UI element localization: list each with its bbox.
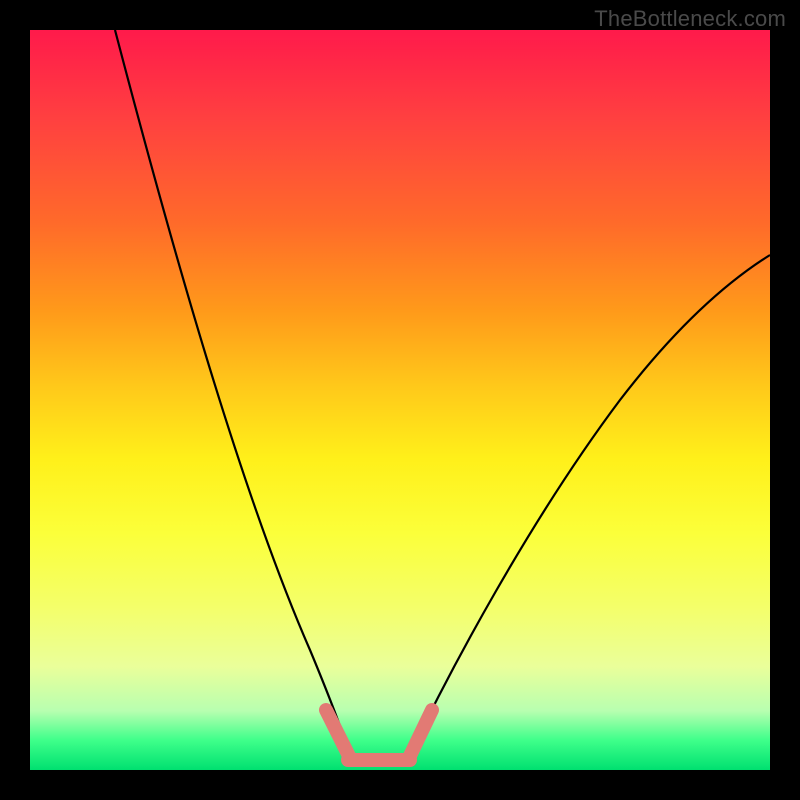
plot-area [30, 30, 770, 770]
left-curve [115, 30, 350, 755]
marker-right-segment [408, 710, 432, 760]
marker-left-segment [326, 710, 350, 758]
chart-svg [30, 30, 770, 770]
right-curve [408, 255, 770, 758]
watermark-text: TheBottleneck.com [594, 6, 786, 32]
outer-frame: TheBottleneck.com [0, 0, 800, 800]
